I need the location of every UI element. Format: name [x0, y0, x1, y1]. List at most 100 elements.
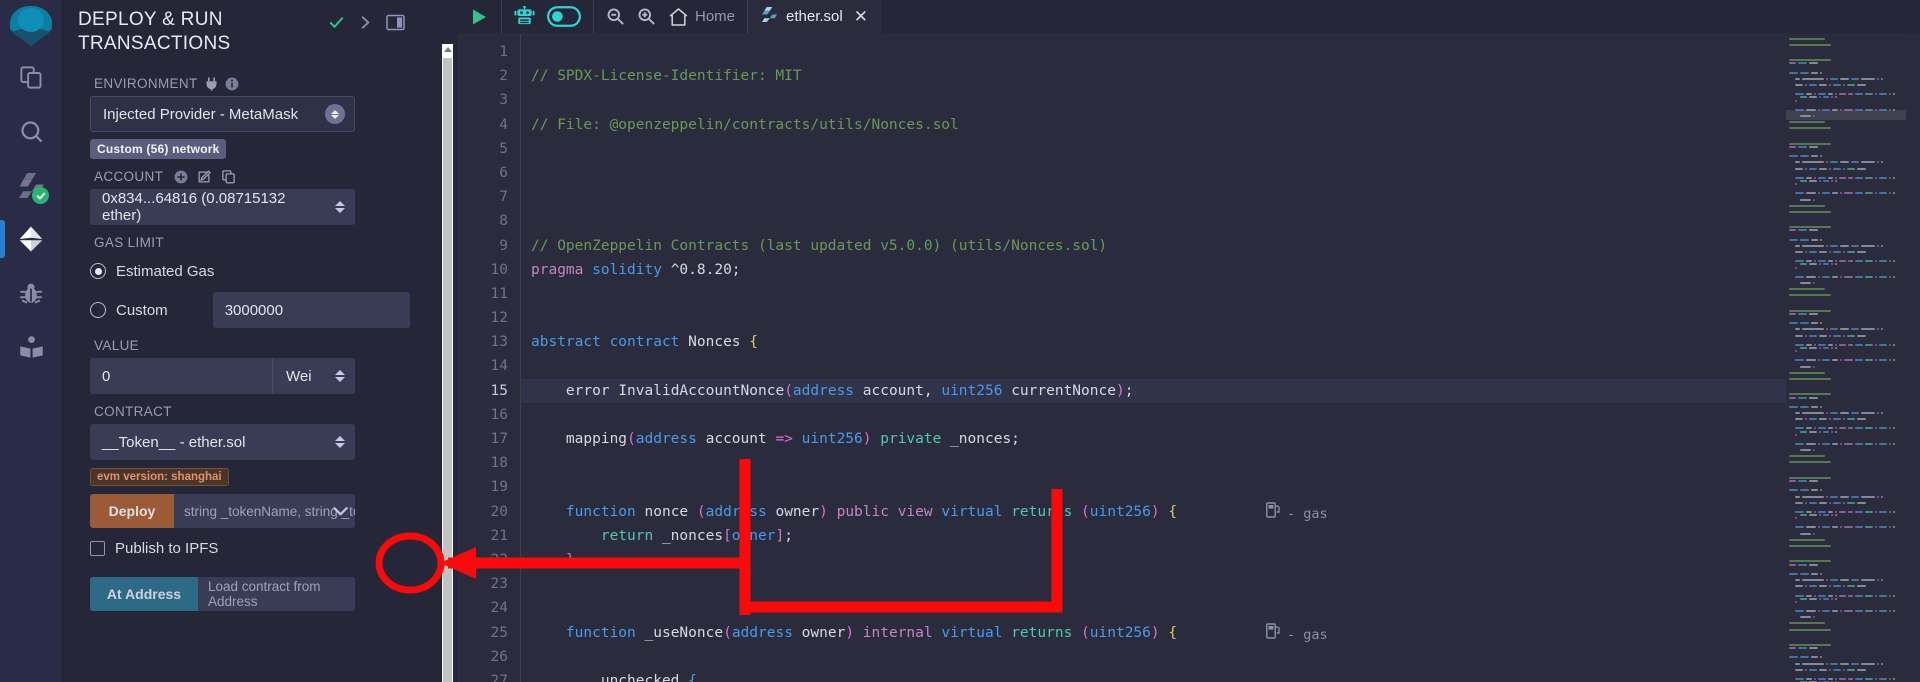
gas-limit-label: GAS LIMIT: [94, 235, 164, 250]
code-line[interactable]: [521, 88, 1920, 112]
evm-version-badge: evm version: shanghai: [90, 468, 229, 486]
code-line[interactable]: [521, 645, 1920, 669]
remix-logo[interactable]: [0, 2, 62, 50]
line-number: 13: [490, 334, 508, 351]
add-account-icon[interactable]: [174, 170, 188, 184]
custom-gas-label: Custom: [116, 301, 168, 319]
custom-gas-input[interactable]: 3000000: [212, 292, 410, 328]
code-line[interactable]: [521, 137, 1920, 161]
code-line[interactable]: [521, 596, 1920, 620]
tab-label: ether.sol: [786, 8, 843, 25]
panel-scrollbar[interactable]: [442, 44, 453, 682]
tab-ether-sol[interactable]: ether.sol ✕: [748, 0, 881, 34]
line-number: 23: [490, 576, 508, 593]
line-number: 14: [490, 358, 508, 375]
debugger-icon[interactable]: [0, 266, 62, 320]
line-number: 26: [490, 648, 508, 665]
line-number: 17: [490, 431, 508, 447]
code-line[interactable]: abstract contract Nonces {: [521, 330, 1920, 354]
unit-chevron-updown-icon: [335, 370, 345, 382]
copy-address-icon[interactable]: [221, 169, 236, 184]
code-line[interactable]: // SPDX-License-Identifier: MIT: [521, 64, 1920, 88]
line-number: 15: [490, 382, 508, 399]
publish-ipfs-row[interactable]: Publish to IPFS: [90, 540, 419, 557]
at-address-input[interactable]: Load contract from Address: [198, 577, 355, 611]
sign-message-icon[interactable]: [197, 169, 212, 184]
code-line[interactable]: mapping(address account => uint256) priv…: [521, 427, 1920, 451]
value-unit-select[interactable]: Wei: [272, 358, 355, 394]
info-icon[interactable]: [225, 77, 239, 91]
code-line[interactable]: // OpenZeppelin Contracts (last updated …: [521, 234, 1920, 258]
code-line[interactable]: // File: @openzeppelin/contracts/utils/N…: [521, 113, 1920, 137]
line-number-gutter: 1 2 3 4 5 6 7 8 9 10 11 12 13 14 15 16 17 18 19 20 21 22 23 24 2…: [457, 34, 520, 682]
code-line[interactable]: [521, 209, 1920, 233]
zoom-out-icon[interactable]: [606, 7, 625, 26]
zoom-in-icon[interactable]: [637, 7, 656, 26]
code-line[interactable]: [521, 306, 1920, 330]
editor-toolbar: Home ether.sol ✕: [457, 0, 1920, 34]
panel-scrollbar-thumb[interactable]: [443, 58, 452, 682]
deploy-button[interactable]: Deploy: [90, 494, 174, 528]
search-icon[interactable]: [0, 104, 62, 158]
chevron-down-icon[interactable]: [327, 498, 353, 524]
play-icon[interactable]: [469, 7, 489, 27]
code-line[interactable]: }: [521, 548, 1920, 572]
gas-hint[interactable]: - gas: [1266, 623, 1328, 647]
close-icon[interactable]: ✕: [854, 8, 868, 25]
minimap[interactable]: [1786, 34, 1906, 682]
chevron-right-icon[interactable]: [358, 14, 373, 36]
publish-ipfs-checkbox[interactable]: [90, 541, 105, 556]
environment-select[interactable]: Injected Provider - MetaMask: [90, 96, 355, 132]
scroll-up-arrow-icon[interactable]: [444, 47, 452, 52]
layout-panel-icon[interactable]: [386, 14, 405, 36]
estimated-gas-radio[interactable]: [90, 263, 106, 279]
line-number: 25: [490, 624, 508, 641]
code-line[interactable]: [521, 475, 1920, 499]
gas-hint[interactable]: - gas: [1266, 502, 1328, 526]
line-number: 22: [490, 551, 508, 568]
line-number: 18: [490, 455, 508, 472]
code-content[interactable]: 1 2 3 4 5 6 7 8 9 10 11 12 13 14 15 16 17 18 19 20 21 22 23 24 2…: [457, 34, 1920, 682]
line-number: 10: [490, 261, 508, 278]
editor-scrollbar[interactable]: [1906, 34, 1920, 682]
code-line[interactable]: [521, 354, 1920, 378]
robot-icon[interactable]: [514, 6, 535, 27]
code-line[interactable]: pragma solidity ^0.8.20;: [521, 258, 1920, 282]
line-number: 8: [499, 213, 508, 230]
line-number: 20: [490, 503, 508, 520]
home-icon[interactable]: Home: [668, 7, 735, 27]
code-line[interactable]: [521, 282, 1920, 306]
code-line[interactable]: [521, 40, 1920, 64]
estimated-gas-option[interactable]: Estimated Gas: [90, 256, 419, 286]
value-input[interactable]: 0: [90, 358, 272, 394]
code-line[interactable]: function nonce (address owner) public vi…: [521, 500, 1920, 524]
file-explorer-icon[interactable]: [0, 50, 62, 104]
code-line[interactable]: function _useNonce(address owner) intern…: [521, 621, 1920, 645]
account-value: 0x834...64816 (0.08715132 ether): [102, 190, 286, 224]
contract-select[interactable]: __Token__ - ether.sol: [90, 424, 355, 460]
code-line[interactable]: [521, 572, 1920, 596]
learn-icon[interactable]: [0, 320, 62, 374]
code-line[interactable]: unchecked {: [521, 669, 1920, 682]
account-select[interactable]: 0x834...64816 (0.08715132 ether): [90, 189, 355, 225]
sidebar-item-deploy-run[interactable]: [0, 212, 62, 266]
code-line[interactable]: [521, 403, 1920, 427]
contract-value: __Token__ - ether.sol: [102, 433, 246, 451]
line-number: 12: [490, 310, 508, 327]
code-line[interactable]: [521, 161, 1920, 185]
toggle-on-icon[interactable]: [547, 6, 581, 27]
code-line[interactable]: error InvalidAccountNonce(address accoun…: [521, 378, 1920, 403]
line-number: 11: [490, 285, 508, 302]
check-icon[interactable]: [328, 14, 345, 36]
code-line[interactable]: return _nonces[owner];: [521, 524, 1920, 548]
at-address-button[interactable]: At Address: [90, 577, 198, 611]
code-line[interactable]: [521, 451, 1920, 475]
solidity-compiler-icon[interactable]: [0, 158, 62, 212]
code-line[interactable]: [521, 185, 1920, 209]
line-number: 16: [490, 406, 508, 423]
code-text[interactable]: // SPDX-License-Identifier: MIT // File:…: [520, 34, 1920, 682]
line-number: 2: [499, 68, 508, 85]
custom-gas-radio[interactable]: [90, 302, 106, 318]
network-badge: Custom (56) network: [90, 139, 227, 159]
compiler-success-badge: [32, 187, 49, 204]
